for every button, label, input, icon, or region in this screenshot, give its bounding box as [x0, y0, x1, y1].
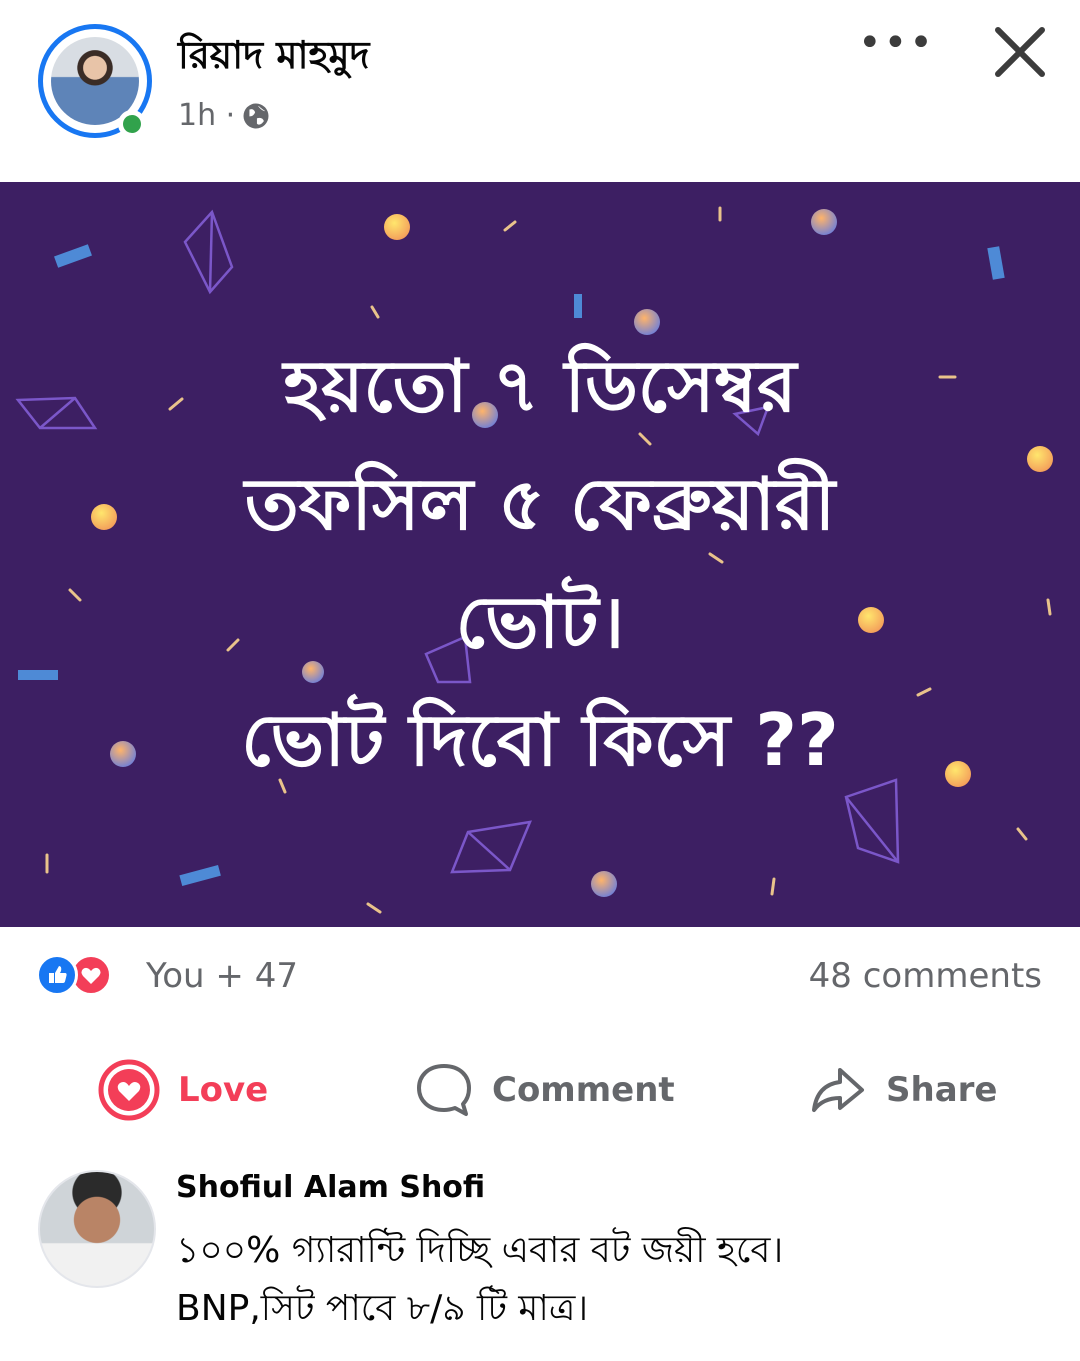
online-status-dot: [118, 110, 146, 138]
post-text-line-4: ভোট দিবো কিসে ??: [241, 698, 839, 782]
reactions-bar: You + 47 48 comments: [0, 940, 1080, 1015]
globe-icon: [243, 103, 269, 128]
post-time[interactable]: 1h ·: [178, 98, 235, 133]
comment-line-2: BNP,সিট পাবে ৮/৯ টি মাত্র।: [176, 1288, 589, 1329]
reaction-count[interactable]: You + 47: [146, 956, 298, 996]
post-text-line-2: তফসিল ৫ ফেব্রুয়ারী: [244, 462, 836, 546]
comment-icon: [417, 1064, 471, 1116]
post-actions: Love Comment Share: [0, 1050, 1080, 1130]
heart-icon: [98, 1059, 160, 1121]
post-header: রিয়াদ মাহমুদ 1h · •••: [0, 0, 1080, 180]
comment-label: Comment: [492, 1070, 675, 1110]
post-image[interactable]: হয়তো ৭ ডিসেম্বর তফসিল ৫ ফেব্রুয়ারী ভোট…: [0, 182, 1080, 927]
post-meta: 1h ·: [178, 98, 271, 133]
comment-item: Shofiul Alam Shofi ১০০% গ্যারান্টি দিচ্ছ…: [0, 1160, 1080, 1361]
post-text-line-1: হয়তো ৭ ডিসেম্বর: [283, 344, 797, 428]
comment-line-1: ১০০% গ্যারান্টি দিচ্ছি এবার বট জয়ী হবে।: [176, 1230, 784, 1271]
share-button[interactable]: Share: [808, 1050, 997, 1130]
comments-count[interactable]: 48 comments: [809, 956, 1042, 996]
love-label: Love: [178, 1070, 269, 1110]
share-label: Share: [886, 1070, 998, 1110]
comment-button[interactable]: Comment: [414, 1050, 675, 1130]
post-text-line-3: ভোট।: [455, 580, 625, 664]
commenter-avatar[interactable]: [38, 1170, 156, 1288]
love-button[interactable]: Love: [98, 1050, 268, 1130]
post-image-text: হয়তো ৭ ডিসেম্বর তফসিল ৫ ফেব্রুয়ারী ভোট…: [90, 327, 990, 799]
close-icon[interactable]: [990, 22, 1050, 82]
more-options-icon[interactable]: •••: [858, 23, 933, 63]
author-name[interactable]: রিয়াদ মাহমুদ: [178, 26, 370, 90]
commenter-name[interactable]: Shofiul Alam Shofi: [176, 1170, 485, 1205]
like-icon[interactable]: [36, 954, 78, 996]
comment-text: ১০০% গ্যারান্টি দিচ্ছি এবার বট জয়ী হবে।…: [176, 1222, 783, 1338]
share-icon: [812, 1068, 864, 1112]
